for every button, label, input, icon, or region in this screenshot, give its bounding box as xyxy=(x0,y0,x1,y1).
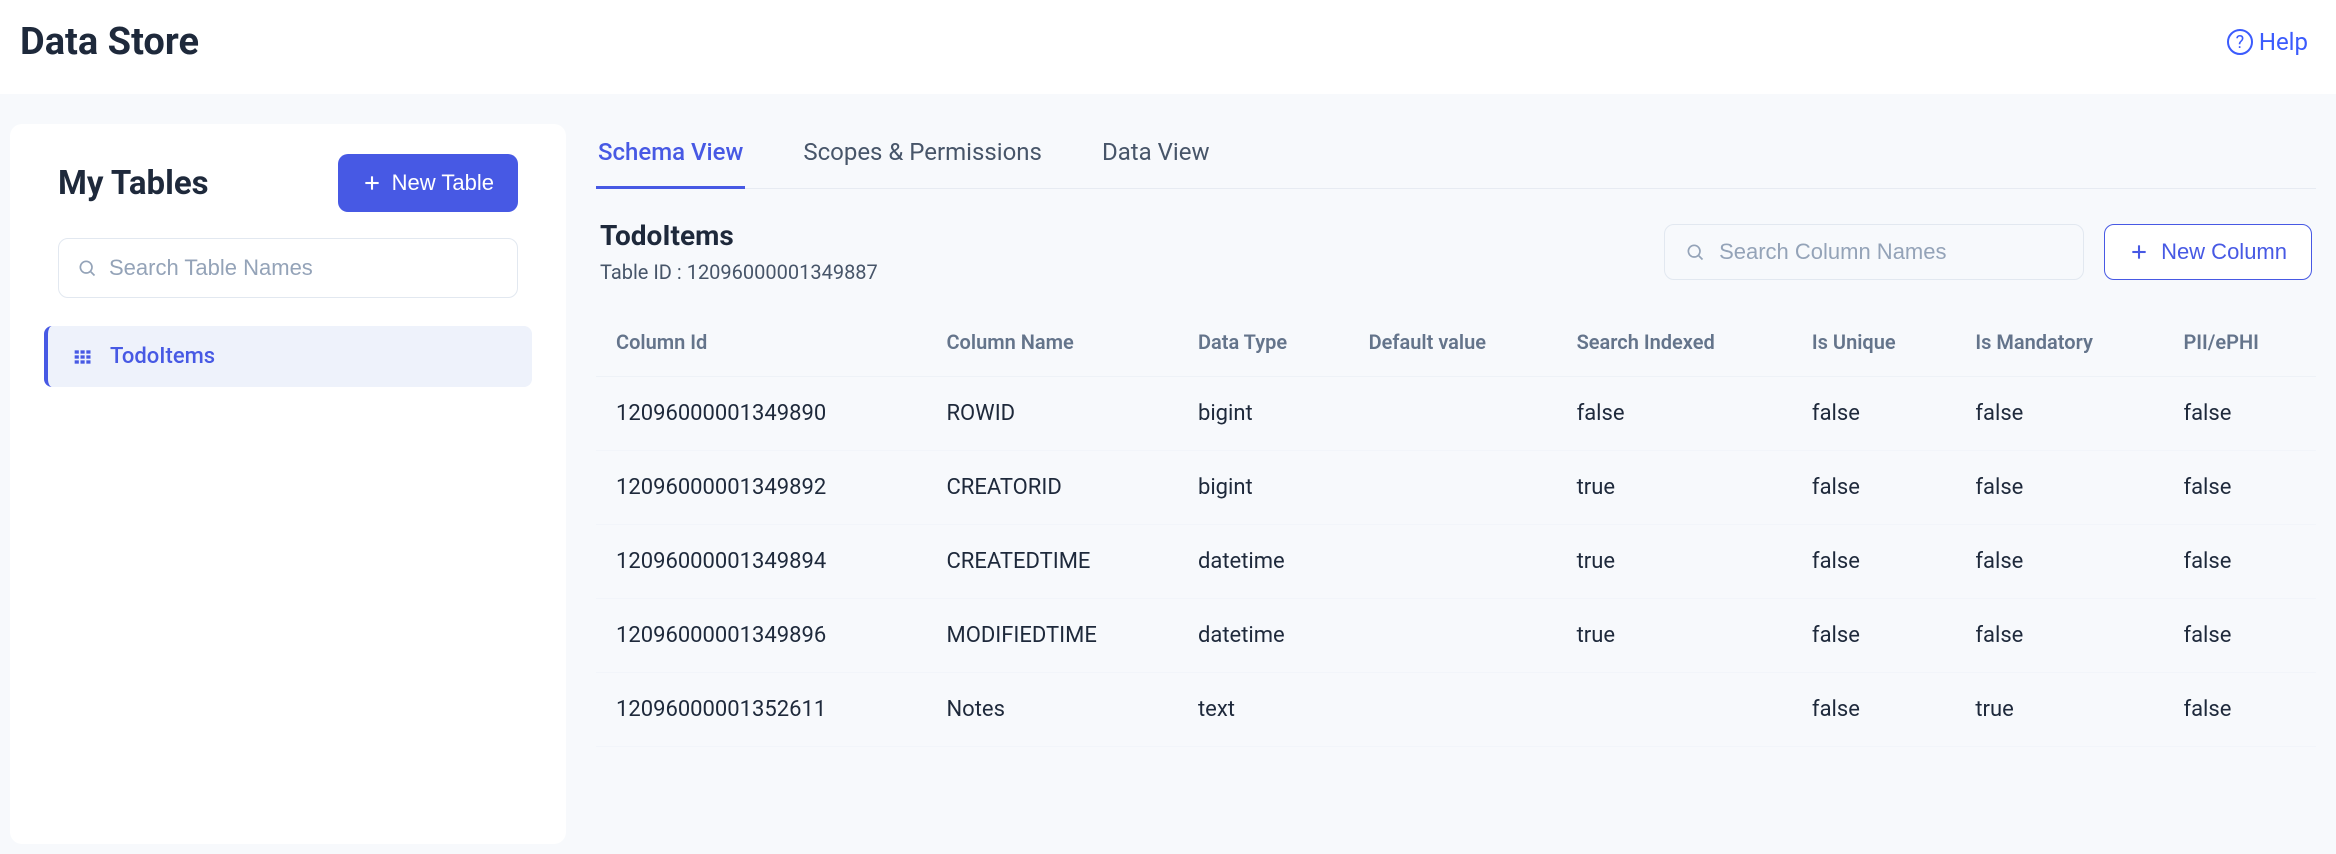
cell-mandatory: false xyxy=(1955,377,2163,451)
th-pii: PII/ePHI xyxy=(2163,308,2316,377)
new-column-button[interactable]: New Column xyxy=(2104,224,2312,280)
cell-unique: false xyxy=(1792,451,1955,525)
cell-id: 12096000001349892 xyxy=(596,451,926,525)
cell-type: bigint xyxy=(1178,377,1349,451)
table-header-row: TodoItems Table ID : 12096000001349887 N… xyxy=(596,189,2316,308)
cell-mandatory: false xyxy=(1955,451,2163,525)
sidebar-header: My Tables New Table xyxy=(28,154,548,212)
sidebar-item-todoitems[interactable]: TodoItems xyxy=(44,326,532,387)
tabs: Schema View Scopes & Permissions Data Vi… xyxy=(596,124,2316,189)
table-name: TodoItems xyxy=(600,219,878,252)
search-icon xyxy=(1685,242,1705,262)
th-data-type: Data Type xyxy=(1178,308,1349,377)
cell-name: MODIFIEDTIME xyxy=(926,599,1177,673)
search-icon xyxy=(77,258,97,278)
cell-type: bigint xyxy=(1178,451,1349,525)
cell-name: Notes xyxy=(926,673,1177,747)
cell-unique: false xyxy=(1792,599,1955,673)
plus-icon xyxy=(2129,242,2149,262)
cell-mandatory: true xyxy=(1955,673,2163,747)
cell-default xyxy=(1349,525,1557,599)
main-content: Schema View Scopes & Permissions Data Vi… xyxy=(566,124,2326,747)
cell-default xyxy=(1349,377,1557,451)
cell-default xyxy=(1349,451,1557,525)
help-icon: ? xyxy=(2227,29,2253,55)
table-row[interactable]: 12096000001349890ROWIDbigintfalsefalsefa… xyxy=(596,377,2316,451)
cell-unique: false xyxy=(1792,525,1955,599)
th-column-name: Column Name xyxy=(926,308,1177,377)
cell-id: 12096000001349890 xyxy=(596,377,926,451)
cell-name: CREATORID xyxy=(926,451,1177,525)
table-id: Table ID : 12096000001349887 xyxy=(600,260,878,284)
th-is-unique: Is Unique xyxy=(1792,308,1955,377)
cell-indexed: true xyxy=(1557,599,1792,673)
cell-id: 12096000001349894 xyxy=(596,525,926,599)
sidebar-title: My Tables xyxy=(58,164,209,203)
table-icon xyxy=(72,347,94,367)
cell-type: text xyxy=(1178,673,1349,747)
cell-mandatory: false xyxy=(1955,599,2163,673)
sidebar-search-input[interactable] xyxy=(109,255,499,281)
cell-indexed: true xyxy=(1557,525,1792,599)
sidebar-item-label: TodoItems xyxy=(110,344,215,369)
cell-unique: false xyxy=(1792,673,1955,747)
cell-default xyxy=(1349,673,1557,747)
cell-id: 12096000001349896 xyxy=(596,599,926,673)
table-header-row: Column Id Column Name Data Type Default … xyxy=(596,308,2316,377)
app-body: My Tables New Table TodoItems Schema Vie… xyxy=(0,94,2336,854)
page-title: Data Store xyxy=(20,20,199,64)
table-row[interactable]: 12096000001349894CREATEDTIMEdatetime true… xyxy=(596,525,2316,599)
th-is-mandatory: Is Mandatory xyxy=(1955,308,2163,377)
cell-indexed xyxy=(1557,673,1792,747)
th-column-id: Column Id xyxy=(596,308,926,377)
cell-pii: false xyxy=(2163,673,2316,747)
columns-table: Column Id Column Name Data Type Default … xyxy=(596,308,2316,747)
tab-scopes-permissions[interactable]: Scopes & Permissions xyxy=(801,124,1044,188)
cell-pii: false xyxy=(2163,377,2316,451)
th-search-indexed: Search Indexed xyxy=(1557,308,1792,377)
tab-schema-view[interactable]: Schema View xyxy=(596,124,745,188)
new-table-label: New Table xyxy=(392,170,494,196)
new-table-button[interactable]: New Table xyxy=(338,154,518,212)
table-row[interactable]: 12096000001349892CREATORIDbiginttruefals… xyxy=(596,451,2316,525)
cell-default xyxy=(1349,599,1557,673)
help-label: Help xyxy=(2259,28,2308,56)
table-row[interactable]: 12096000001352611Notestext falsetruefalse xyxy=(596,673,2316,747)
cell-pii: false xyxy=(2163,525,2316,599)
new-column-label: New Column xyxy=(2161,239,2287,265)
cell-type: datetime xyxy=(1178,599,1349,673)
sidebar: My Tables New Table TodoItems xyxy=(10,124,566,844)
cell-mandatory: false xyxy=(1955,525,2163,599)
plus-icon xyxy=(362,173,382,193)
topbar: Data Store ? Help xyxy=(0,0,2336,94)
cell-indexed: true xyxy=(1557,451,1792,525)
cell-name: CREATEDTIME xyxy=(926,525,1177,599)
cell-indexed: false xyxy=(1557,377,1792,451)
cell-name: ROWID xyxy=(926,377,1177,451)
sidebar-search[interactable] xyxy=(58,238,518,298)
column-search-input[interactable] xyxy=(1719,239,2063,265)
table-meta: TodoItems Table ID : 12096000001349887 xyxy=(600,219,878,284)
th-default-value: Default value xyxy=(1349,308,1557,377)
cell-id: 12096000001352611 xyxy=(596,673,926,747)
cell-unique: false xyxy=(1792,377,1955,451)
table-row[interactable]: 12096000001349896MODIFIEDTIMEdatetime tru… xyxy=(596,599,2316,673)
header-actions: New Column xyxy=(1664,224,2312,280)
cell-pii: false xyxy=(2163,599,2316,673)
help-link[interactable]: ? Help xyxy=(2227,28,2308,56)
tab-data-view[interactable]: Data View xyxy=(1100,124,1212,188)
cell-pii: false xyxy=(2163,451,2316,525)
cell-type: datetime xyxy=(1178,525,1349,599)
column-search[interactable] xyxy=(1664,224,2084,280)
